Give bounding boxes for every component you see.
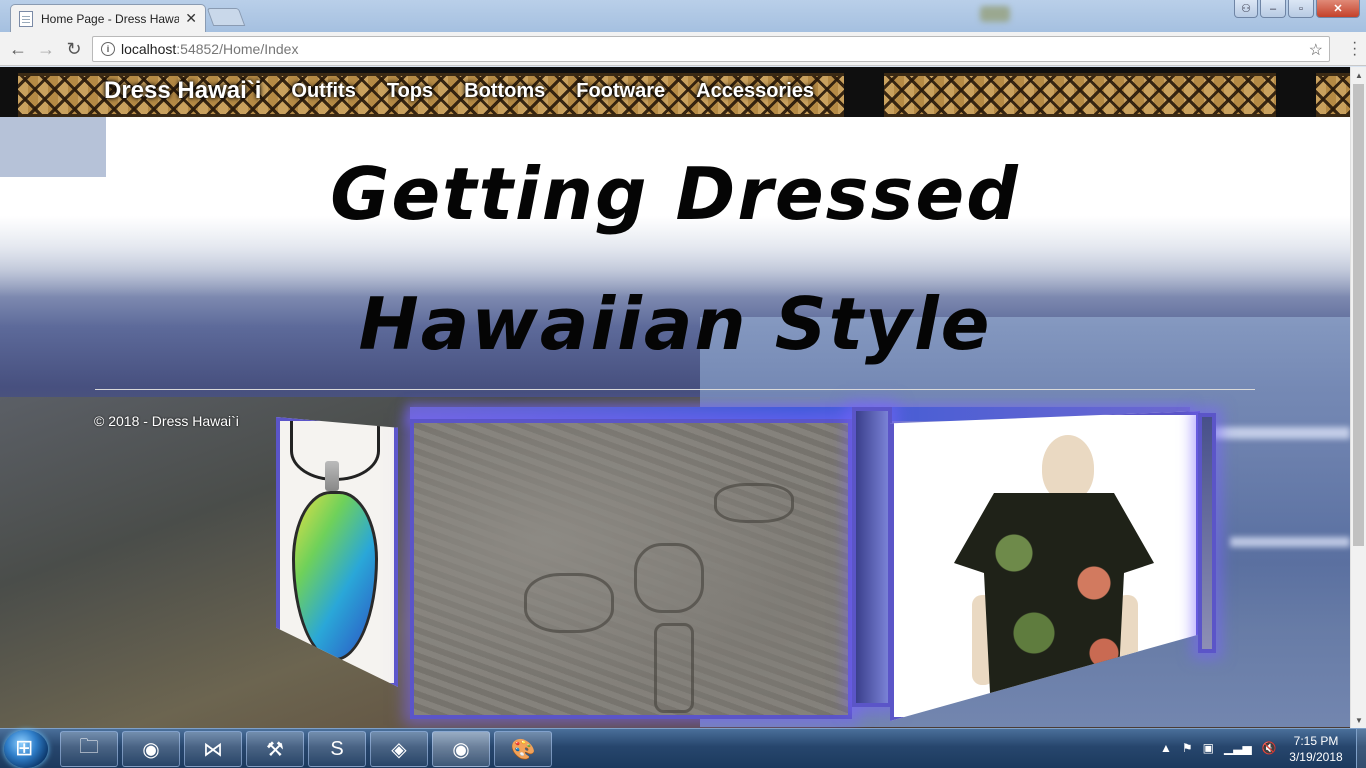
profile-avatar-icon[interactable]	[980, 6, 1010, 22]
tools-icon[interactable]: ⚒	[246, 731, 304, 767]
tab-close-icon[interactable]: ✕	[185, 10, 197, 27]
petroglyph-figure	[714, 483, 794, 523]
footer-divider	[95, 389, 1255, 390]
headline-line-2: Hawaiian Style	[358, 282, 992, 366]
page-favicon-icon	[19, 10, 33, 27]
site-navbar: Dress Hawai`i Outfits Tops Bottoms Footw…	[0, 67, 1350, 117]
carousel-item-pendant[interactable]	[276, 417, 398, 687]
url-path: :54852/Home/Index	[176, 41, 299, 57]
nav-footware[interactable]: Footware	[576, 80, 665, 103]
close-window-button[interactable]: ✕	[1316, 0, 1360, 18]
petroglyph-figure	[654, 623, 694, 713]
pendant-bail	[325, 461, 339, 491]
paint-icon[interactable]: 🎨	[494, 731, 552, 767]
mannequin-head	[1042, 435, 1094, 501]
url-host: localhost	[121, 41, 177, 57]
nav-outfits[interactable]: Outfits	[291, 80, 355, 103]
app-s-icon[interactable]: S	[308, 731, 366, 767]
footer-copyright: © 2018 - Dress Hawai`i	[94, 413, 239, 429]
tapa-pattern-banner	[884, 73, 1276, 117]
nav-accessories[interactable]: Accessories	[696, 80, 814, 103]
tab-title: Home Page - Dress Hawa	[41, 11, 180, 26]
scroll-down-arrow-icon[interactable]: ▼	[1351, 712, 1366, 728]
background-surf	[1200, 427, 1350, 439]
volume-muted-icon[interactable]: 🔇	[1262, 741, 1277, 755]
headline-line-1: Getting Dressed	[330, 152, 1020, 236]
info-icon[interactable]: i	[101, 42, 115, 56]
nav-links: Dress Hawai`i Outfits Tops Bottoms Footw…	[104, 77, 845, 105]
browser-tab[interactable]: Home Page - Dress Hawa ✕	[10, 4, 206, 32]
image-carousel[interactable]	[276, 407, 1218, 727]
clock-date: 3/19/2018	[1289, 750, 1343, 764]
diamond-app-icon[interactable]: ◈	[370, 731, 428, 767]
window-controls: ⚇ – ▫ ✕	[1234, 0, 1360, 18]
scroll-thumb[interactable]	[1353, 84, 1364, 546]
page-viewport: Dress Hawai`i Outfits Tops Bottoms Footw…	[0, 67, 1350, 728]
visual-studio-icon[interactable]: ⋈	[184, 731, 242, 767]
system-tray: ▲ ⚑ ▣ ▁▃▅ 🔇	[1160, 741, 1277, 755]
chrome-icon[interactable]: ◉	[122, 731, 180, 767]
kebab-menu-icon[interactable]: · · ·	[1352, 35, 1357, 63]
windows-taskbar: 🗀 ◉ ⋈ ⚒ S ◈ ◉ 🎨 ▲ ⚑ ▣ ▁▃▅ 🔇 7:15 PM 3/19…	[0, 728, 1366, 768]
turtle-pendant-image	[292, 491, 378, 661]
carousel-item-edge[interactable]	[1198, 413, 1216, 653]
file-explorer-icon[interactable]: 🗀	[60, 731, 118, 767]
background-surf	[1230, 537, 1350, 547]
clock-time: 7:15 PM	[1293, 734, 1339, 748]
action-center-flag-icon[interactable]: ⚑	[1182, 741, 1193, 755]
nav-bottoms[interactable]: Bottoms	[464, 80, 545, 103]
tapa-pattern-banner	[1316, 73, 1350, 117]
tray-expand-icon[interactable]: ▲	[1160, 741, 1172, 755]
user-icon[interactable]: ⚇	[1234, 0, 1258, 18]
minimize-button[interactable]: –	[1260, 0, 1286, 18]
carousel-item-petroglyph[interactable]	[410, 419, 852, 719]
device-icon[interactable]: ▣	[1203, 741, 1214, 755]
bookmark-star-icon[interactable]: ☆	[1309, 40, 1323, 60]
chrome-active-icon[interactable]: ◉	[432, 731, 490, 767]
back-arrow-icon[interactable]: ←	[6, 37, 30, 61]
scroll-up-arrow-icon[interactable]: ▲	[1351, 67, 1366, 83]
brand-link[interactable]: Dress Hawai`i	[104, 77, 261, 105]
carousel-item-aloha-shirt[interactable]	[890, 411, 1200, 721]
start-button[interactable]	[4, 730, 48, 768]
carousel-item-partial[interactable]	[852, 407, 892, 707]
network-signal-icon[interactable]: ▁▃▅	[1224, 741, 1252, 755]
nav-tops[interactable]: Tops	[387, 80, 433, 103]
petroglyph-figure	[524, 573, 614, 633]
petroglyph-figure	[634, 543, 704, 613]
address-bar[interactable]: i localhost:54852/Home/Index ☆	[92, 36, 1330, 62]
browser-tab-strip: Home Page - Dress Hawa ✕ ⚇ – ▫ ✕	[0, 0, 1366, 32]
browser-toolbar: ← → ↻ i localhost:54852/Home/Index ☆ · · ·	[0, 32, 1366, 66]
reload-icon[interactable]: ↻	[62, 37, 86, 61]
forward-arrow-icon[interactable]: →	[34, 37, 58, 61]
page-scrollbar[interactable]: ▲ ▼	[1350, 67, 1366, 728]
maximize-button[interactable]: ▫	[1288, 0, 1314, 18]
show-desktop-button[interactable]	[1356, 729, 1366, 768]
new-tab-button[interactable]	[206, 8, 246, 26]
page-headline: Getting Dressed Hawaiian Style	[0, 129, 1350, 389]
system-clock[interactable]: 7:15 PM 3/19/2018	[1284, 733, 1348, 765]
